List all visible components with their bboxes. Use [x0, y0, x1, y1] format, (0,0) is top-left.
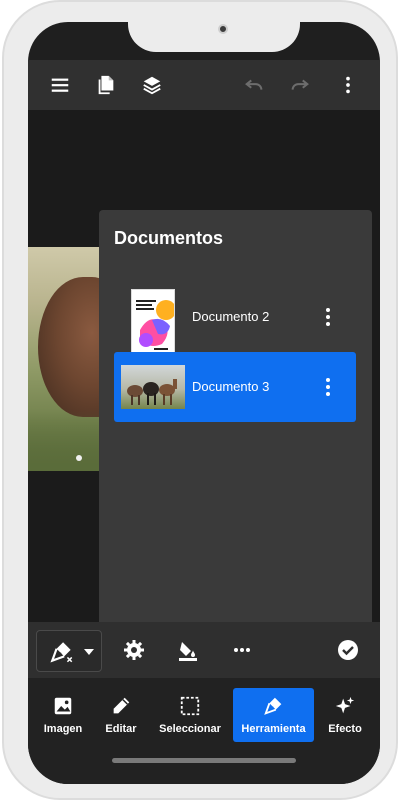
nav-item-herramienta[interactable]: Herramienta — [233, 688, 314, 742]
top-app-bar — [28, 60, 380, 110]
pen-tool-icon — [263, 697, 281, 715]
nav-item-editar[interactable]: Editar — [96, 688, 146, 742]
document-thumbnail — [121, 365, 185, 409]
document-thumbnail — [131, 289, 175, 353]
document-name: Documento 2 — [192, 309, 270, 324]
phone-notch — [128, 22, 300, 52]
nav-label: Efecto — [328, 723, 362, 735]
nav-item-imagen[interactable]: Imagen — [38, 688, 88, 742]
check-circle-icon[interactable] — [334, 636, 362, 664]
canvas-area[interactable]: Documentos Documento 2 Documento 3 — [28, 110, 380, 698]
sparkles-icon — [335, 696, 355, 714]
image-icon — [54, 697, 72, 715]
redo-icon[interactable] — [288, 73, 312, 97]
panel-title: Documentos — [114, 228, 224, 248]
documents-icon[interactable] — [94, 73, 118, 97]
nav-label: Editar — [105, 723, 137, 735]
bottom-navigation: Imagen Editar Seleccionar Herramienta Ef… — [28, 678, 380, 784]
tool-select-dropdown[interactable] — [36, 630, 102, 672]
canvas-image — [28, 247, 100, 471]
nav-label: Imagen — [43, 723, 83, 735]
selection-icon — [180, 696, 200, 716]
more-vertical-icon[interactable] — [320, 375, 336, 399]
nav-label: Seleccionar — [159, 723, 221, 735]
fill-icon[interactable] — [174, 636, 202, 664]
home-indicator — [112, 758, 296, 763]
document-item-2[interactable]: Documento 2 — [114, 282, 356, 353]
menu-icon[interactable] — [48, 73, 72, 97]
tool-options-bar — [28, 622, 380, 678]
horse-shape — [38, 277, 100, 417]
more-vertical-icon[interactable] — [320, 305, 336, 329]
more-vertical-icon[interactable] — [336, 73, 360, 97]
layers-icon[interactable] — [140, 73, 164, 97]
more-horizontal-icon[interactable] — [228, 636, 256, 664]
nav-item-efecto[interactable]: Efecto — [322, 688, 368, 742]
nav-label: Herramienta — [241, 723, 306, 735]
nav-item-seleccionar[interactable]: Seleccionar — [156, 688, 224, 742]
chevron-down-icon — [84, 649, 94, 655]
settings-icon[interactable] — [120, 636, 148, 664]
undo-icon[interactable] — [242, 73, 266, 97]
pen-tool-icon — [50, 642, 73, 663]
pencil-icon — [113, 697, 130, 714]
app-screen: Documentos Documento 2 Documento 3 Image… — [28, 22, 380, 784]
camera-dot — [218, 24, 228, 34]
document-item-3[interactable]: Documento 3 — [114, 352, 356, 422]
phone-frame: Documentos Documento 2 Documento 3 Image… — [2, 0, 398, 800]
document-name: Documento 3 — [192, 379, 270, 394]
